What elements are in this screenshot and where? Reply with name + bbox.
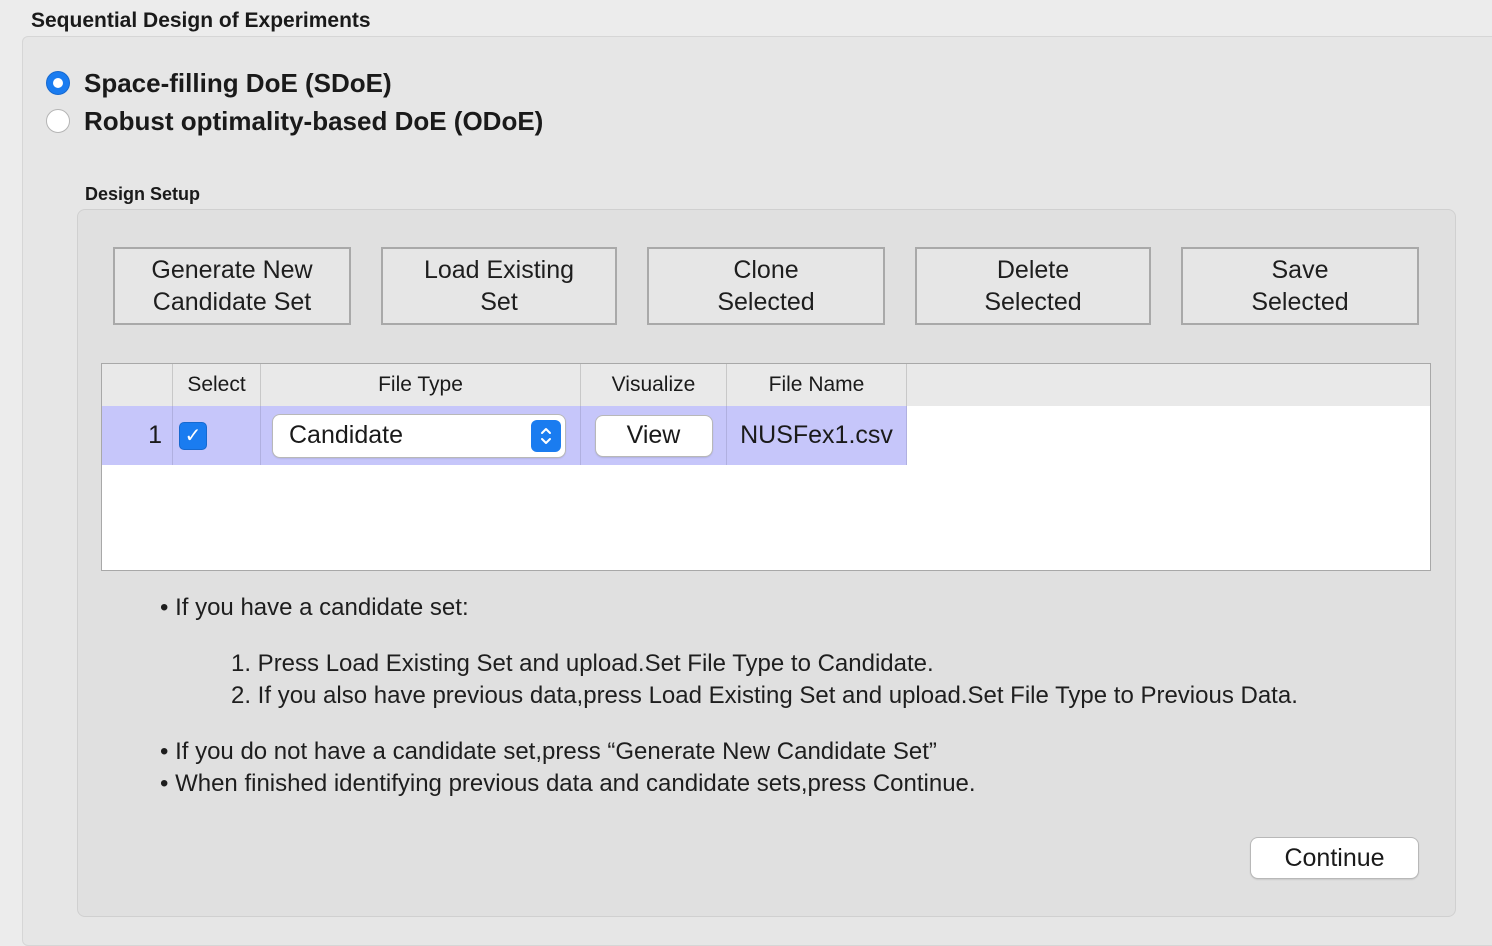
file-type-select[interactable]: Candidate (273, 414, 565, 457)
candidate-sets-table[interactable]: Select File Type Visualize File Name 1 ✓… (101, 363, 1431, 571)
radio-sdoe[interactable]: Space-filling DoE (SDoE) (46, 68, 392, 98)
file-type-cell: Candidate (261, 406, 581, 465)
column-header-index (102, 364, 173, 406)
bullet-icon: • (160, 594, 169, 621)
instruction-step-1: 1. Press Load Existing Set and upload.Se… (231, 650, 934, 677)
button-label-line: Candidate Set (152, 288, 312, 316)
column-header-file-name[interactable]: File Name (727, 364, 907, 406)
button-label-line: Selected (984, 288, 1082, 316)
view-button[interactable]: View (595, 415, 712, 456)
radio-selected-icon[interactable] (46, 71, 70, 95)
instruction-text: If you have a candidate set: (175, 594, 469, 621)
group-title: Sequential Design of Experiments (31, 9, 371, 32)
instruction-bullet-1: • If you have a candidate set: (160, 594, 469, 622)
button-label-line: Clone (733, 256, 799, 284)
button-label-line: Selected (1251, 288, 1349, 316)
instruction-bullet-3: • When finished identifying previous dat… (160, 770, 976, 798)
radio-sdoe-label: Space-filling DoE (SDoE) (84, 67, 392, 98)
select-checkbox[interactable]: ✓ (179, 421, 207, 450)
bullet-icon: • (160, 770, 169, 797)
button-label-line: Save (1271, 256, 1329, 284)
button-label-line: Set (480, 288, 518, 316)
load-existing-set-button[interactable]: Load Existing Set (381, 247, 617, 325)
generate-new-candidate-set-button[interactable]: Generate New Candidate Set (113, 247, 351, 325)
file-type-value: Candidate (289, 421, 403, 449)
instruction-text: When finished identifying previous data … (175, 770, 976, 797)
row-index-text: 1 (148, 421, 162, 449)
instruction-bullet-2: • If you do not have a candidate set,pre… (160, 738, 937, 766)
bullet-icon: • (160, 738, 169, 765)
table-row[interactable]: ✓ (173, 406, 261, 465)
file-name-text: NUSFex1.csv (740, 421, 893, 449)
delete-selected-button[interactable]: Delete Selected (915, 247, 1151, 325)
visualize-cell: View (581, 406, 727, 465)
instruction-step-2: 2. If you also have previous data,press … (231, 682, 1298, 709)
button-label-line: Selected (717, 288, 815, 316)
radio-odoe[interactable]: Robust optimality-based DoE (ODoE) (46, 106, 543, 136)
button-label-line: Generate New (151, 256, 313, 284)
radio-odoe-label: Robust optimality-based DoE (ODoE) (84, 105, 544, 136)
chevron-updown-icon (531, 419, 561, 452)
column-header-visualize[interactable]: Visualize (581, 364, 727, 406)
column-header-file-type[interactable]: File Type (261, 364, 581, 406)
radio-unselected-icon[interactable] (46, 109, 70, 133)
button-label-line: Delete (996, 256, 1070, 284)
save-selected-button[interactable]: Save Selected (1181, 247, 1419, 325)
clone-selected-button[interactable]: Clone Selected (647, 247, 885, 325)
instruction-text: If you do not have a candidate set,press… (175, 738, 937, 765)
continue-button[interactable]: Continue (1251, 838, 1418, 878)
column-header-select[interactable]: Select (173, 364, 261, 406)
file-name-cell[interactable]: NUSFex1.csv (727, 406, 907, 465)
row-index: 1 (102, 406, 173, 465)
button-label-line: Load Existing (423, 256, 575, 284)
design-setup-title: Design Setup (85, 184, 201, 204)
